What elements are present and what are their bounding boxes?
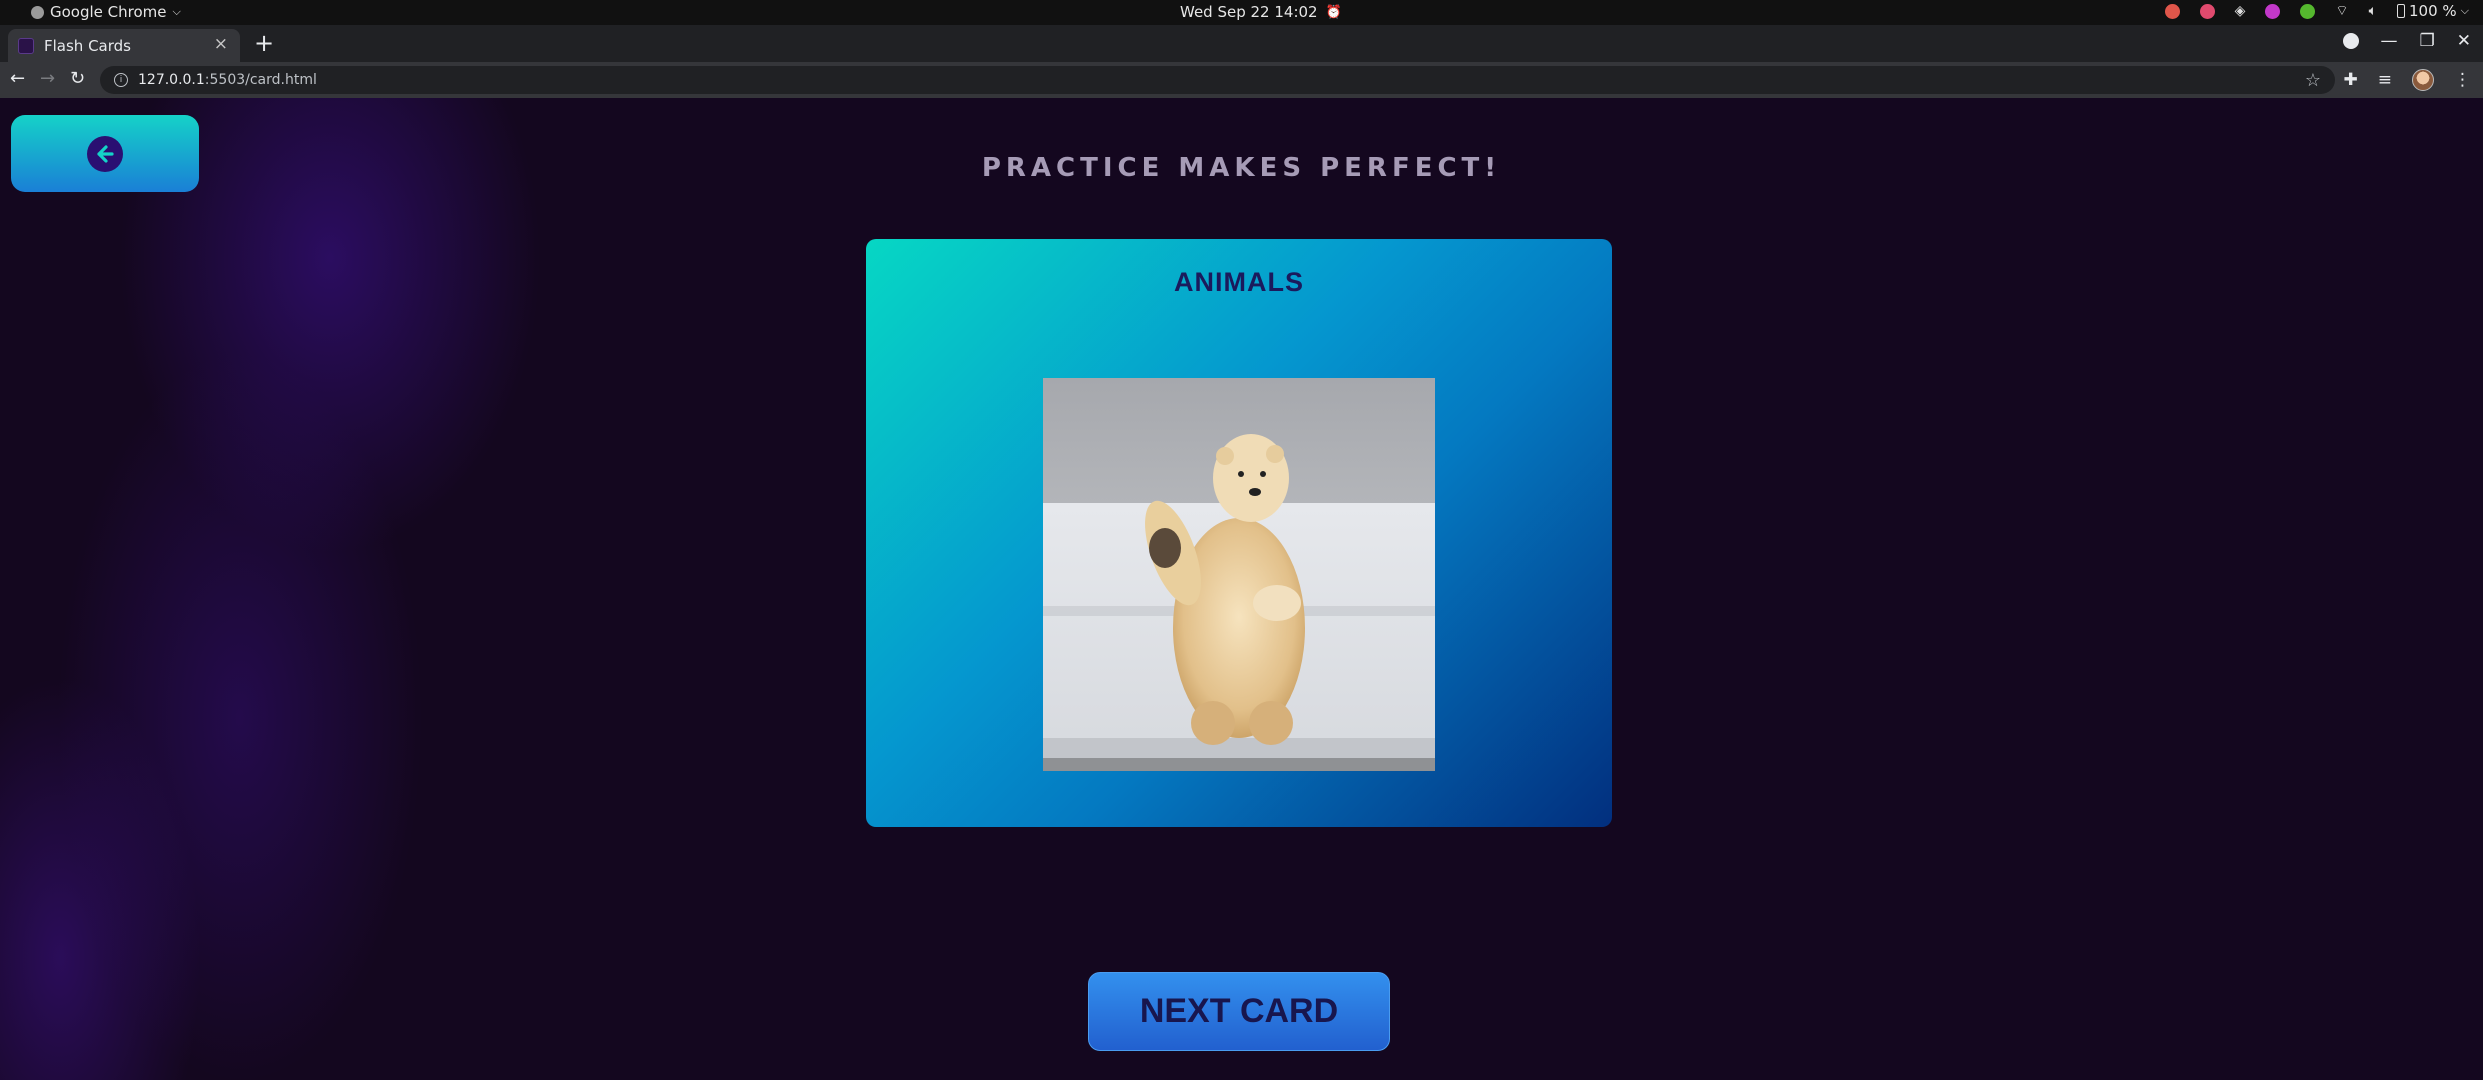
tray-app-icon-5[interactable] xyxy=(2300,3,2316,19)
url-host: 127.0.0.1 xyxy=(138,72,205,88)
forward-nav-button[interactable]: → xyxy=(40,68,55,89)
next-card-button[interactable]: NEXT CARD xyxy=(1088,972,1390,1051)
url-path: :5503/card.html xyxy=(204,72,317,88)
close-window-button[interactable]: ✕ xyxy=(2457,31,2471,51)
os-top-bar: Google Chrome ⌵ Wed Sep 22 14:02 ⏰ ◈ ⌔ 🔈… xyxy=(0,0,2483,25)
tray-app-icon-4[interactable] xyxy=(2265,3,2281,19)
tray-app-icon-2[interactable] xyxy=(2199,3,2215,19)
polar-bear-image xyxy=(1043,378,1435,771)
chevron-down-icon: ⌵ xyxy=(2460,4,2469,17)
chevron-down-icon: ⌵ xyxy=(172,5,181,18)
window-controls: — ❐ ✕ xyxy=(2342,31,2471,51)
favicon-icon xyxy=(18,37,34,54)
page-title: PRACTICE MAKES PERFECT! xyxy=(981,153,1502,183)
address-bar[interactable]: i 127.0.0.1 :5503/card.html ☆ xyxy=(100,66,2335,94)
profile-avatar[interactable] xyxy=(2412,69,2434,91)
minimize-button[interactable]: — xyxy=(2381,31,2398,51)
media-controls-icon[interactable]: ≡ xyxy=(2378,70,2392,90)
toolbar-actions: ✚ ≡ ⋮ xyxy=(2344,69,2471,91)
page-viewport: PRACTICE MAKES PERFECT! ANIMALS NEXT CAR… xyxy=(0,98,2483,1080)
clock[interactable]: Wed Sep 22 14:02 ⏰ xyxy=(1180,3,1342,21)
tab-title: Flash Cards xyxy=(44,36,131,55)
extensions-icon[interactable]: ✚ xyxy=(2344,70,2358,90)
battery-icon xyxy=(2397,4,2405,18)
alarm-icon: ⏰ xyxy=(1325,4,1342,20)
media-record-icon[interactable] xyxy=(2342,33,2359,49)
battery-percent: 100 % xyxy=(2409,2,2457,20)
wifi-icon[interactable]: ⌔ xyxy=(2335,2,2348,20)
activities-app-menu[interactable]: Google Chrome ⌵ xyxy=(31,3,181,21)
battery-indicator[interactable]: 100 % ⌵ xyxy=(2397,2,2469,20)
datetime-label: Wed Sep 22 14:02 xyxy=(1180,3,1318,21)
tab-flash-cards[interactable]: Flash Cards × xyxy=(8,29,240,62)
maximize-button[interactable]: ❐ xyxy=(2420,31,2435,51)
app-name: Google Chrome xyxy=(50,3,167,21)
tray-app-icon-3[interactable]: ◈ xyxy=(2235,3,2246,19)
card-category: ANIMALS xyxy=(1174,267,1304,297)
flash-card[interactable]: ANIMALS xyxy=(866,239,1612,827)
volume-icon[interactable]: 🔈︎ xyxy=(2369,3,2377,19)
chrome-menu-icon[interactable]: ⋮ xyxy=(2454,70,2471,90)
close-tab-icon[interactable]: × xyxy=(214,34,228,54)
bookmark-star-icon[interactable]: ☆ xyxy=(2305,70,2321,91)
tab-strip: Flash Cards × + — ❐ ✕ xyxy=(0,25,2483,62)
tray-app-icon-1[interactable] xyxy=(2164,3,2180,19)
reload-button[interactable]: ↻ xyxy=(70,68,85,89)
site-info-icon[interactable]: i xyxy=(114,73,128,87)
back-nav-button[interactable]: ← xyxy=(10,68,25,89)
browser-toolbar: ← → ↻ i 127.0.0.1 :5503/card.html ☆ ✚ ≡ … xyxy=(0,62,2483,98)
chrome-app-icon xyxy=(31,5,44,19)
new-tab-button[interactable]: + xyxy=(254,29,274,57)
system-tray[interactable]: ◈ ⌔ 🔈︎ 100 % ⌵ xyxy=(2164,2,2469,20)
